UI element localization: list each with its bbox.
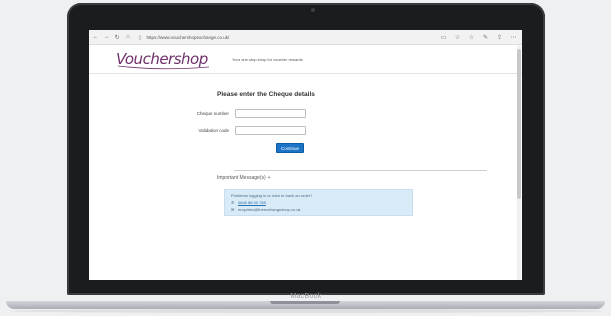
page-icon: ▯ (138, 34, 142, 41)
webcam (311, 8, 315, 12)
validation-code-row: Validation code (159, 126, 306, 135)
page-scrollbar[interactable] (517, 45, 521, 280)
phone-icon: ✆ (231, 200, 235, 205)
phone-link[interactable]: 0845 88 00 789 (238, 200, 266, 205)
browser-toolbar: ← → ↻ ⌂ ▯ https://www.vouchershopexchang… (89, 30, 522, 45)
favorites-list-icon[interactable]: ☆ (467, 33, 476, 42)
device-brand-label: MacBook (290, 293, 322, 300)
laptop-base-notch (270, 301, 340, 304)
message-email-line: ✉ enquiries@theexchangeshop.co.uk (231, 207, 301, 212)
browser-window: ← → ↻ ⌂ ▯ https://www.vouchershopexchang… (89, 30, 522, 280)
forward-icon[interactable]: → (102, 33, 111, 42)
address-url: https://www.vouchershopexchange.co.uk/ (146, 34, 230, 40)
laptop-shadow (10, 309, 601, 313)
cheque-number-label: Cheque number (196, 111, 229, 116)
scrollbar-thumb[interactable] (517, 49, 521, 199)
refresh-icon[interactable]: ↻ (113, 33, 122, 42)
home-icon[interactable]: ⌂ (124, 33, 133, 42)
email-icon: ✉ (231, 207, 235, 212)
validation-code-label: Validation code (198, 128, 229, 133)
section-divider (234, 170, 487, 171)
toolbar-right-group: ▭ ☆ ☆ ✎ ⇪ ⋯ (434, 33, 518, 42)
site-tagline: Your one stop shop for voucher rewards (232, 57, 303, 62)
message-phone-line: ✆ 0845 88 00 789 (231, 200, 266, 205)
message-box: Problems logging in or wish to track an … (224, 189, 413, 216)
validation-code-input[interactable] (235, 126, 306, 135)
message-intro-line: Problems logging in or wish to track an … (231, 193, 312, 198)
more-icon[interactable]: ⋯ (509, 33, 518, 42)
email-link[interactable]: enquiries@theexchangeshop.co.uk (238, 207, 301, 212)
favorite-icon[interactable]: ☆ (453, 33, 462, 42)
back-icon[interactable]: ← (91, 33, 100, 42)
form-title: Please enter the Cheque details (217, 91, 315, 98)
address-bar[interactable]: ▯ https://www.vouchershopexchange.co.uk/ (138, 33, 434, 42)
site-header: Vouchershop Your one stop shop for vouch… (89, 45, 522, 74)
reading-view-icon[interactable]: ▭ (439, 33, 448, 42)
logo-swoosh (117, 65, 210, 70)
message-intro: Problems logging in or wish to track an … (231, 193, 313, 198)
cheque-number-input[interactable] (235, 109, 306, 118)
important-messages-toggle[interactable]: Important Message(s) + (217, 175, 271, 181)
continue-button[interactable]: Continue (276, 143, 304, 153)
expand-icon: + (267, 175, 271, 181)
share-icon[interactable]: ⇪ (495, 33, 504, 42)
notes-icon[interactable]: ✎ (481, 33, 490, 42)
important-messages-heading: Important Message(s) (217, 175, 266, 181)
cheque-number-row: Cheque number (159, 109, 306, 118)
